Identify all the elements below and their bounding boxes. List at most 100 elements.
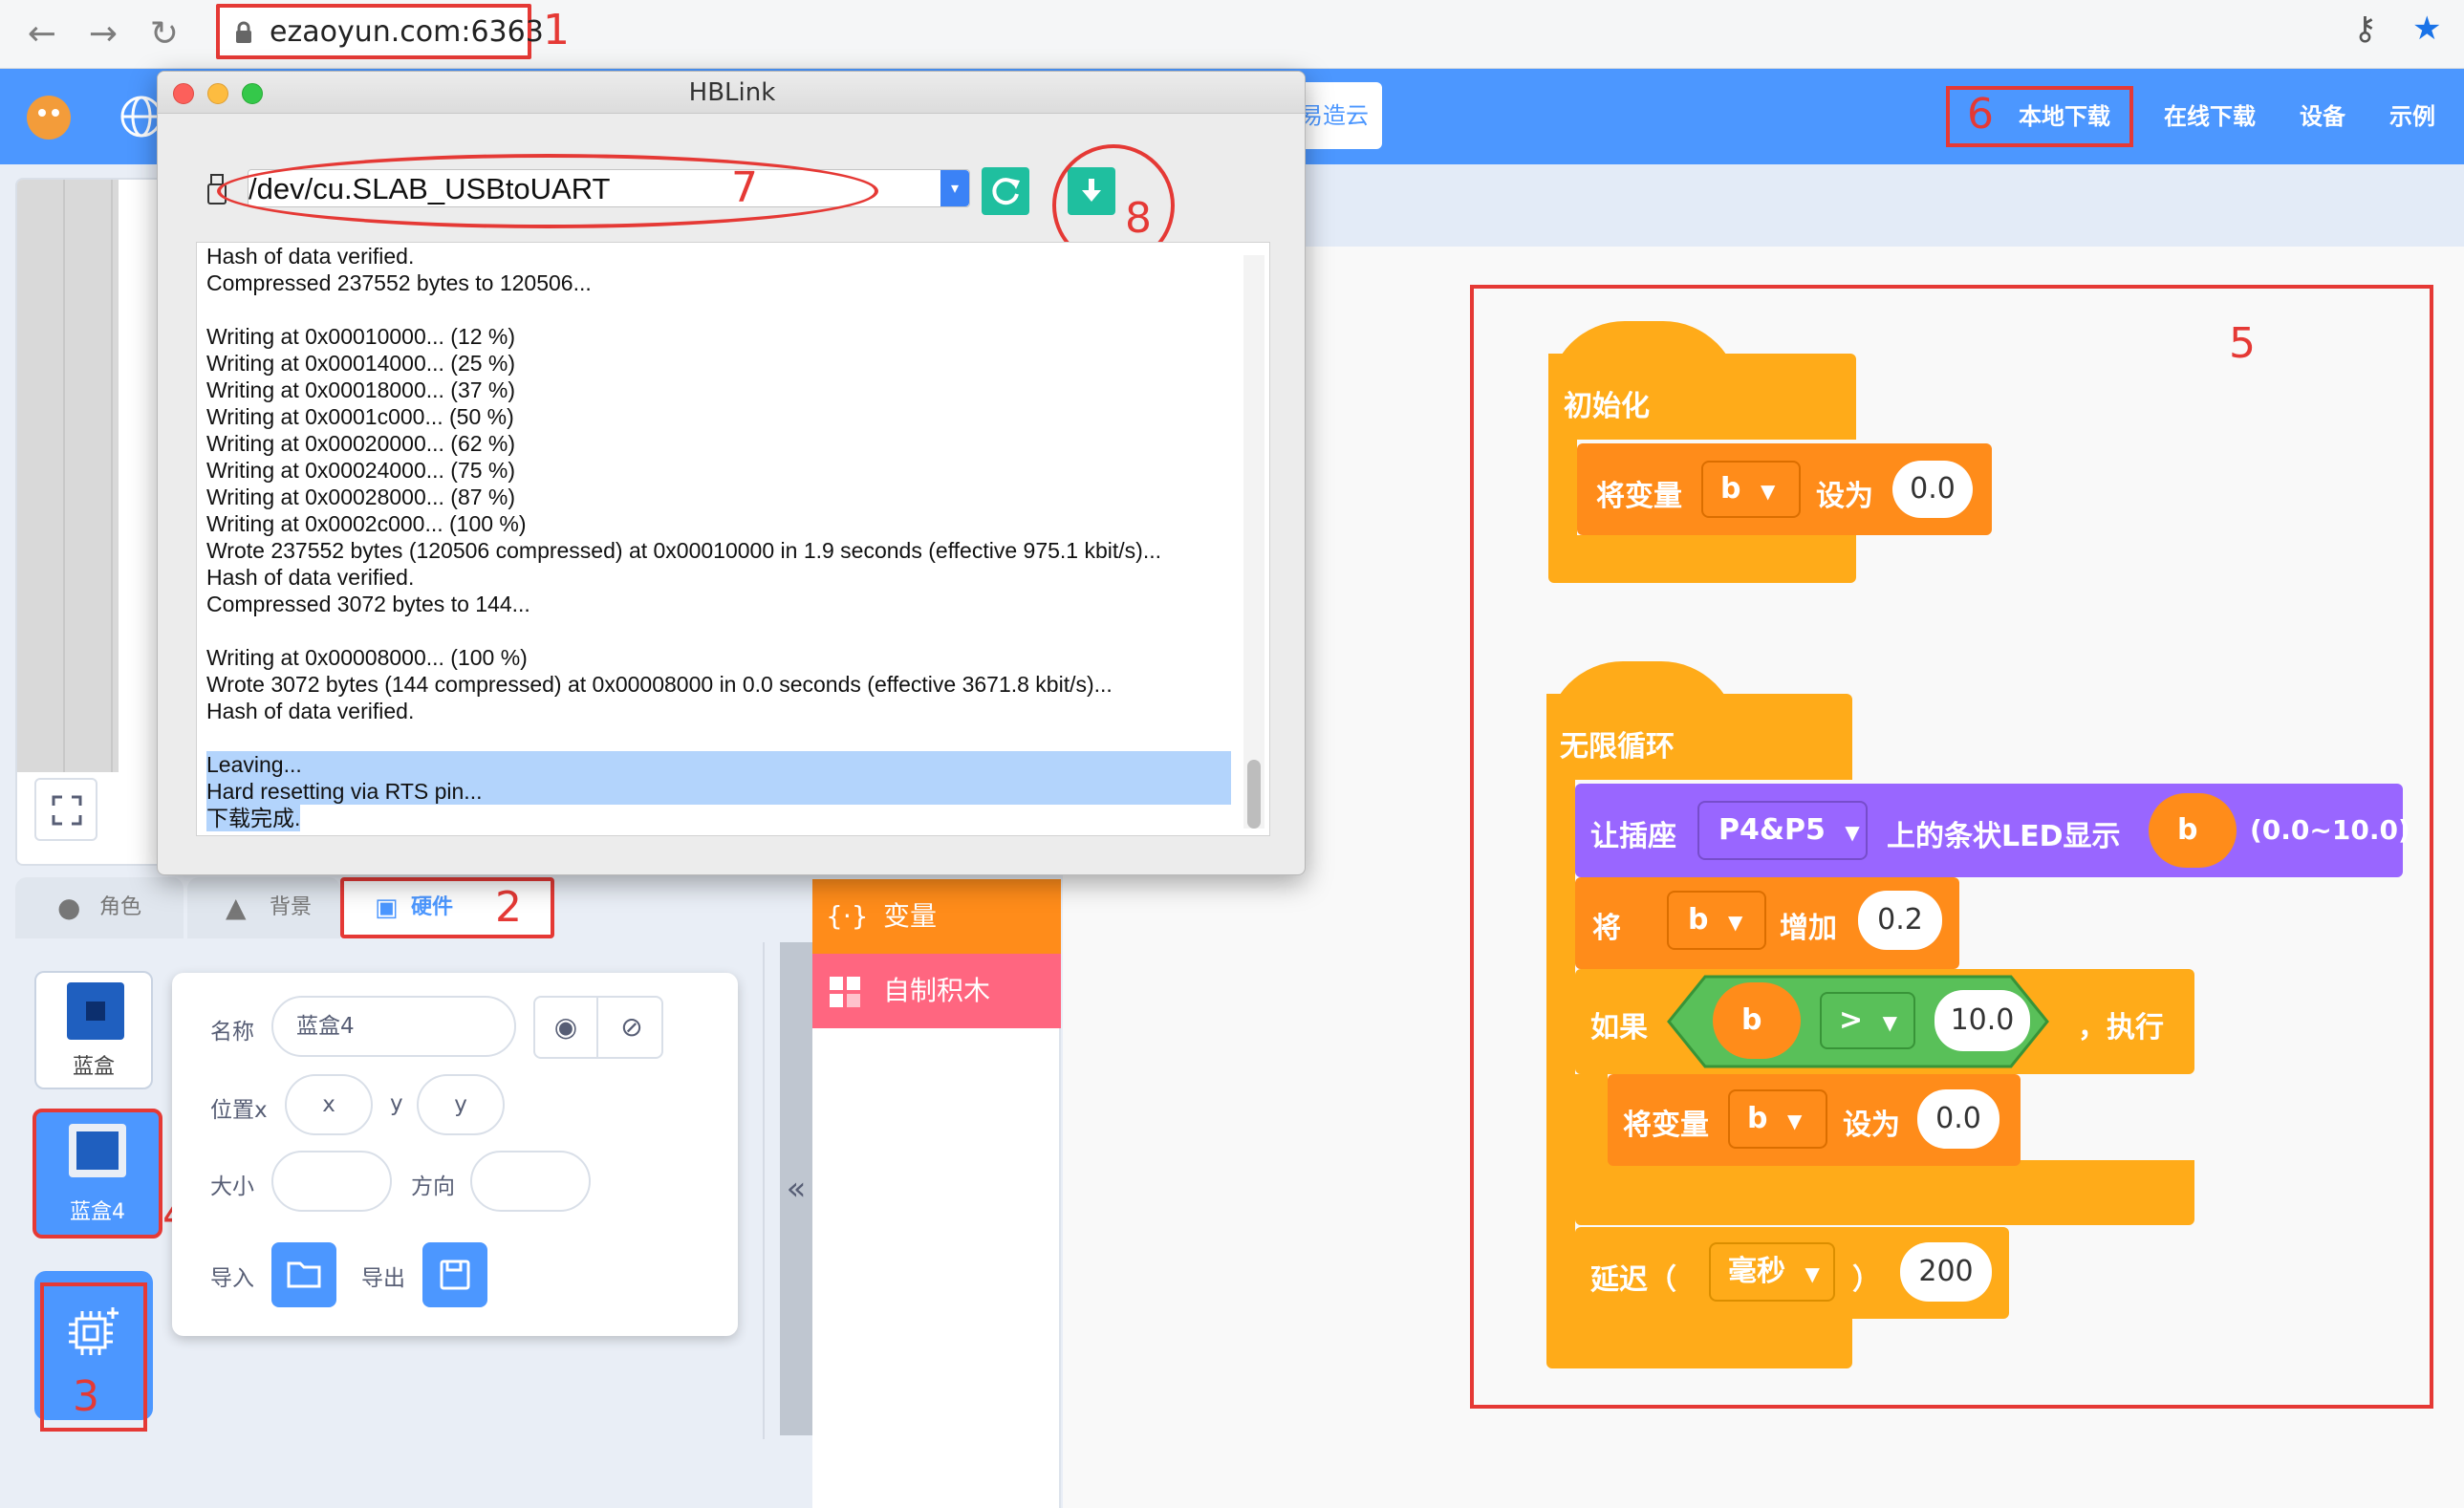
block-palette: {·} 变量 自制积木 bbox=[812, 879, 1061, 1508]
my-blocks-icon bbox=[830, 977, 860, 1007]
set-to-label: 设为 bbox=[1843, 1109, 1900, 1142]
forever-loop-label: 无限循环 bbox=[1560, 730, 1675, 764]
log-line: Hash of data verified. bbox=[206, 244, 415, 269]
log-line: Writing at 0x0001c000... (50 %) bbox=[206, 404, 514, 429]
direction-field[interactable] bbox=[470, 1151, 591, 1212]
compare-value-field[interactable]: 10.0 bbox=[1934, 990, 2030, 1051]
category-variables[interactable]: {·} 变量 bbox=[812, 879, 1061, 954]
person-icon: ● bbox=[57, 892, 81, 923]
variables-icon: {·} bbox=[826, 900, 869, 932]
hide-eye-icon[interactable]: ⊘ bbox=[600, 998, 663, 1057]
forward-icon[interactable]: → bbox=[80, 11, 126, 57]
operator-dropdown[interactable]: > ▼ bbox=[1820, 992, 1915, 1049]
export-save-button[interactable] bbox=[422, 1242, 487, 1307]
hardware-properties: 名称 蓝盒4 ◉ ⊘ 位置x x y y 大小 方向 导入 导出 bbox=[172, 973, 738, 1336]
led-prefix-label: 让插座 bbox=[1590, 820, 1676, 853]
dropdown-arrow-icon: ▼ bbox=[1760, 480, 1776, 503]
tab-sprite-label: 角色 bbox=[99, 895, 142, 919]
if-left-reporter[interactable]: b bbox=[1713, 982, 1801, 1059]
online-download-button[interactable]: 在线下载 bbox=[2152, 69, 2267, 164]
show-eye-icon[interactable]: ◉ bbox=[535, 998, 598, 1057]
unit-value: 毫秒 bbox=[1728, 1255, 1785, 1288]
log-line: Writing at 0x00024000... (75 %) bbox=[206, 458, 516, 483]
minimize-window-icon[interactable] bbox=[207, 83, 228, 104]
log-line-selected: Leaving... bbox=[206, 751, 1231, 778]
name-field[interactable]: 蓝盒4 bbox=[271, 996, 516, 1057]
visibility-toggle: ◉ ⊘ bbox=[533, 996, 663, 1059]
lock-icon bbox=[235, 21, 252, 44]
hblink-dialog: HBLink /dev/cu.SLAB_USBtoUART ▾ 7 8 Hash… bbox=[157, 71, 1306, 875]
import-folder-button[interactable] bbox=[271, 1242, 336, 1307]
set-variable-block[interactable]: 将变量 b ▼ 设为 0.0 bbox=[1577, 443, 1992, 535]
back-icon[interactable]: ← bbox=[19, 11, 65, 57]
nested-set-variable-block[interactable]: 将变量 b ▼ 设为 0.0 bbox=[1608, 1074, 2021, 1166]
browser-toolbar: ← → ↻ ezaoyun.com:6363 1 ⚷ ★ bbox=[0, 0, 2464, 69]
annotation-2: 2 bbox=[495, 883, 522, 932]
log-line: Writing at 0x0002c000... (100 %) bbox=[206, 511, 527, 536]
wait-block[interactable]: 延迟（ 毫秒 ▼ ） 200 bbox=[1575, 1227, 2009, 1319]
import-label: 导入 bbox=[210, 1266, 254, 1291]
collapse-panel-button[interactable]: « bbox=[780, 942, 812, 1435]
local-download-button[interactable]: 本地下载 bbox=[2007, 69, 2122, 164]
board-icon bbox=[67, 982, 124, 1040]
log-scrollbar-thumb[interactable] bbox=[1247, 760, 1261, 829]
if-block[interactable]: 如果 b > ▼ 10.0 ，执行 bbox=[1575, 969, 2194, 1074]
port-dropdown[interactable]: P4&P5 ▼ bbox=[1697, 801, 1868, 860]
log-scrollbar-track[interactable] bbox=[1243, 255, 1264, 829]
tab-backdrop[interactable]: ▲ 背景 bbox=[187, 877, 340, 938]
refresh-ports-button[interactable] bbox=[982, 167, 1029, 215]
annotation-5: 5 bbox=[2229, 319, 2256, 368]
category-my-blocks[interactable]: 自制积木 bbox=[812, 954, 1061, 1028]
log-line: Compressed 3072 bytes to 144... bbox=[206, 592, 530, 616]
size-field[interactable] bbox=[271, 1151, 392, 1212]
change-variable-block[interactable]: 将 b ▼ 增加 0.2 bbox=[1575, 877, 1959, 969]
port-highlight-ellipse bbox=[217, 154, 878, 228]
hardware-item-bluebox4[interactable]: 蓝盒4 bbox=[32, 1109, 162, 1239]
log-line-selected: 下载完成. bbox=[206, 805, 301, 831]
examples-button[interactable]: 示例 bbox=[2374, 69, 2451, 164]
device-button[interactable]: 设备 bbox=[2284, 69, 2361, 164]
annotation-8: 8 bbox=[1125, 194, 1152, 243]
init-hat-label: 初始化 bbox=[1564, 390, 1650, 423]
reload-icon[interactable]: ↻ bbox=[141, 11, 187, 57]
annotation-1: 1 bbox=[543, 6, 570, 54]
if-block-arm bbox=[1575, 1074, 1608, 1160]
flash-log[interactable]: Hash of data verified. Compressed 237552… bbox=[196, 242, 1270, 836]
wait-label: 延迟（ bbox=[1590, 1263, 1676, 1297]
variable-dropdown[interactable]: b ▼ bbox=[1667, 891, 1766, 950]
variable-dropdown[interactable]: b ▼ bbox=[1701, 461, 1801, 518]
fullscreen-icon bbox=[52, 795, 82, 826]
led-display-block[interactable]: 让插座 P4&P5 ▼ 上的条状LED显示 b (0.0~10.0) bbox=[1575, 784, 2410, 877]
variable-name: b bbox=[1720, 472, 1741, 506]
hardware-item-bluebox[interactable]: 蓝盒 bbox=[34, 971, 153, 1089]
star-icon[interactable]: ★ bbox=[2412, 10, 2441, 48]
refresh-icon bbox=[992, 178, 1020, 205]
stage-backdrop bbox=[17, 180, 119, 772]
add-hardware-button[interactable]: 3 bbox=[34, 1271, 153, 1432]
position-y-field[interactable]: y bbox=[417, 1074, 505, 1135]
maximize-window-icon[interactable] bbox=[242, 83, 263, 104]
change-value-field[interactable]: 0.2 bbox=[1858, 891, 1942, 950]
close-window-icon[interactable] bbox=[173, 83, 194, 104]
app-logo-icon bbox=[27, 96, 71, 140]
size-label: 大小 bbox=[210, 1174, 254, 1199]
fullscreen-button[interactable] bbox=[34, 778, 97, 841]
address-bar[interactable]: ezaoyun.com:6363 bbox=[216, 4, 544, 59]
change-prefix-label: 将 bbox=[1592, 912, 1621, 945]
set-value-field[interactable]: 0.0 bbox=[1917, 1089, 1999, 1149]
tab-sprite[interactable]: ● 角色 bbox=[15, 877, 184, 938]
annotation-6: 6 bbox=[1967, 90, 1994, 139]
unit-dropdown[interactable]: 毫秒 ▼ bbox=[1709, 1242, 1835, 1302]
wait-value-field[interactable]: 200 bbox=[1900, 1242, 1992, 1302]
tab-hardware[interactable]: ▣ 硬件 2 bbox=[340, 877, 554, 938]
position-x-field[interactable]: x bbox=[285, 1074, 373, 1135]
log-line-selected: Hard resetting via RTS pin... bbox=[206, 778, 1231, 805]
select-chevron-icon: ▾ bbox=[940, 170, 969, 206]
hardware-item-label: 蓝盒4 bbox=[70, 1200, 125, 1224]
variable-dropdown[interactable]: b ▼ bbox=[1728, 1089, 1827, 1149]
key-icon[interactable]: ⚷ bbox=[2353, 10, 2377, 48]
led-value-reporter[interactable]: b bbox=[2149, 793, 2237, 868]
set-value-field[interactable]: 0.0 bbox=[1892, 461, 1973, 518]
set-to-label: 设为 bbox=[1816, 480, 1873, 513]
